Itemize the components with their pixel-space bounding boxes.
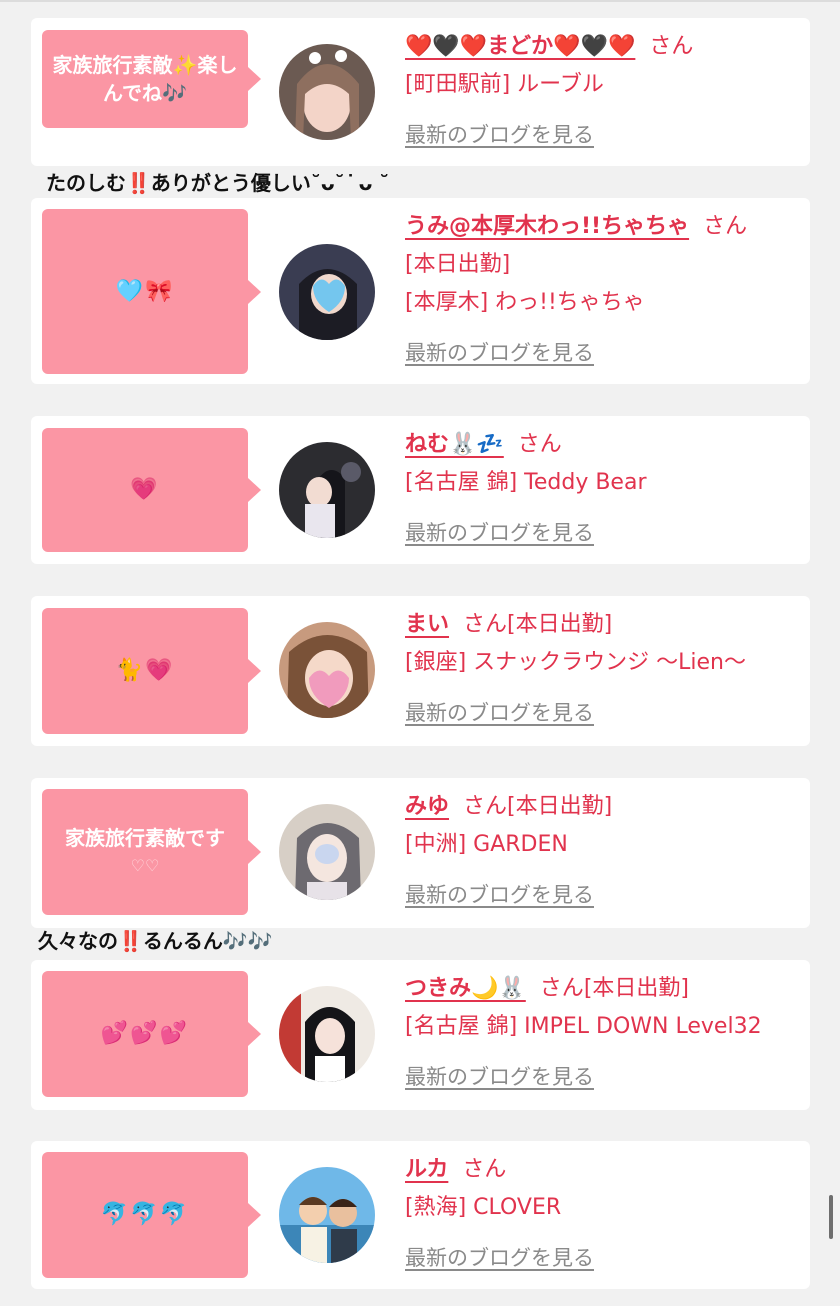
message-subtext: ♡♡ (130, 856, 160, 875)
avatar-photo-icon (279, 442, 375, 538)
avatar-photo-icon (279, 622, 375, 718)
shop-info: [熱海] CLOVER (405, 1195, 562, 1220)
latest-blog-link[interactable]: 最新のブログを見る (405, 1065, 594, 1089)
cast-name-link[interactable]: ❤️🖤❤️まどか❤️🖤❤️ (405, 34, 635, 59)
message-text: 🐬🐬🐬 (100, 1202, 190, 1227)
work-status: [本日出勤] (583, 976, 689, 1001)
avatar-photo-icon (279, 244, 375, 340)
user-comment: たのしむ‼️ありがとう優しい˘ᴗ˘ ͘ ᴗ ˘ (46, 171, 390, 195)
message-bubble: 🐈💗 (42, 608, 261, 734)
avatar[interactable] (279, 804, 375, 900)
entry-card: 💗 ねむ🐰💤 さん [名古屋 錦] Teddy Bear 最新のブログを見る (31, 416, 810, 564)
user-comment: 久々なの‼️るんるん🎶🎶 (38, 929, 273, 953)
entry-card: 💕💕💕 つきみ🌙🐰 さん[本日出勤] [名古屋 錦] IMPEL DOWN Lev… (31, 960, 810, 1110)
avatar-photo-icon (279, 986, 375, 1082)
shop-info: [町田駅前] ルーブル (405, 72, 604, 97)
san-suffix: さん (539, 976, 584, 1001)
cast-name-link[interactable]: つきみ🌙🐰 (405, 976, 526, 1001)
message-bubble: 家族旅行素敵✨楽しんでね🎶 (42, 30, 261, 128)
scrollbar-thumb[interactable] (829, 1195, 833, 1239)
san-suffix: さん (463, 794, 508, 819)
san-suffix: さん (703, 214, 748, 239)
entry-info: うみ@本厚木わっ!!ちゃちゃ さん [本日出勤] [本厚木] わっ!!ちゃちゃ 最… (405, 208, 800, 372)
entry-card: 🩵🎀 うみ@本厚木わっ!!ちゃちゃ さん [本日出勤] [本厚木] わっ!!ちゃち… (31, 198, 810, 384)
san-suffix: さん (463, 612, 508, 637)
entry-info: ルカ さん [熱海] CLOVER 最新のブログを見る (405, 1151, 800, 1277)
avatar[interactable] (279, 44, 375, 140)
avatar[interactable] (279, 1167, 375, 1263)
entry-card: 家族旅行素敵です ♡♡ みゆ さん[本日出勤] [中洲] GARDEN 最新のブロ… (31, 778, 810, 928)
avatar-photo-icon (279, 804, 375, 900)
entry-card: 🐈💗 まい さん[本日出勤] [銀座] スナックラウンジ 〜Lien〜 最新のブロ… (31, 596, 810, 746)
san-suffix: さん (462, 1157, 507, 1182)
entry-info: ねむ🐰💤 さん [名古屋 錦] Teddy Bear 最新のブログを見る (405, 426, 800, 552)
san-suffix: さん (649, 34, 694, 59)
shop-status: [本日出勤] (405, 252, 511, 277)
entry-card: 家族旅行素敵✨楽しんでね🎶 ❤️🖤❤️まどか❤️🖤❤️ さん [町田駅前] ルーブ… (31, 18, 810, 166)
blog-reply-feed: 家族旅行素敵✨楽しんでね🎶 ❤️🖤❤️まどか❤️🖤❤️ さん [町田駅前] ルーブ… (0, 0, 840, 1306)
message-bubble: 💗 (42, 428, 261, 552)
avatar-photo-icon (279, 44, 375, 140)
avatar-photo-icon (279, 1167, 375, 1263)
entry-card: 🐬🐬🐬 ルカ さん [熱海] CLOVER 最新のブログを見る (31, 1141, 810, 1289)
avatar[interactable] (279, 244, 375, 340)
cast-name-link[interactable]: みゆ (405, 794, 449, 819)
message-text: 家族旅行素敵です (65, 826, 225, 850)
entry-info: みゆ さん[本日出勤] [中洲] GARDEN 最新のブログを見る (405, 788, 800, 914)
message-bubble: 家族旅行素敵です ♡♡ (42, 789, 261, 915)
work-status: [本日出勤] (507, 612, 613, 637)
shop-info: [名古屋 錦] IMPEL DOWN Level32 (405, 1014, 762, 1039)
latest-blog-link[interactable]: 最新のブログを見る (405, 341, 594, 365)
message-text: 家族旅行素敵✨楽しんでね🎶 (52, 53, 238, 105)
avatar[interactable] (279, 986, 375, 1082)
entry-info: ❤️🖤❤️まどか❤️🖤❤️ さん [町田駅前] ルーブル 最新のブログを見る (405, 28, 800, 154)
cast-name-link[interactable]: ルカ (405, 1157, 448, 1182)
message-text: 🩵🎀 (115, 278, 175, 304)
message-text: 💕💕💕 (100, 1021, 190, 1046)
shop-info: [本厚木] わっ!!ちゃちゃ (405, 290, 645, 315)
top-divider (0, 0, 840, 2)
shop-info: [中洲] GARDEN (405, 832, 568, 857)
cast-name-link[interactable]: ねむ🐰💤 (405, 432, 504, 457)
san-suffix: さん (517, 432, 562, 457)
message-bubble: 🩵🎀 (42, 209, 261, 374)
work-status: [本日出勤] (507, 794, 613, 819)
entry-info: つきみ🌙🐰 さん[本日出勤] [名古屋 錦] IMPEL DOWN Level32… (405, 970, 800, 1096)
shop-info: [銀座] スナックラウンジ 〜Lien〜 (405, 650, 747, 675)
shop-info: [名古屋 錦] Teddy Bear (405, 470, 647, 495)
cast-name-link[interactable]: まい (405, 612, 449, 637)
entry-info: まい さん[本日出勤] [銀座] スナックラウンジ 〜Lien〜 最新のブログを見… (405, 606, 800, 732)
avatar[interactable] (279, 622, 375, 718)
latest-blog-link[interactable]: 最新のブログを見る (405, 1246, 594, 1270)
latest-blog-link[interactable]: 最新のブログを見る (405, 123, 594, 147)
message-bubble: 💕💕💕 (42, 971, 261, 1097)
latest-blog-link[interactable]: 最新のブログを見る (405, 883, 594, 907)
message-text: 💗 (130, 477, 160, 502)
latest-blog-link[interactable]: 最新のブログを見る (405, 701, 594, 725)
latest-blog-link[interactable]: 最新のブログを見る (405, 521, 594, 545)
avatar[interactable] (279, 442, 375, 538)
message-bubble: 🐬🐬🐬 (42, 1152, 261, 1278)
cast-name-link[interactable]: うみ@本厚木わっ!!ちゃちゃ (405, 214, 689, 239)
message-text: 🐈💗 (115, 658, 175, 683)
